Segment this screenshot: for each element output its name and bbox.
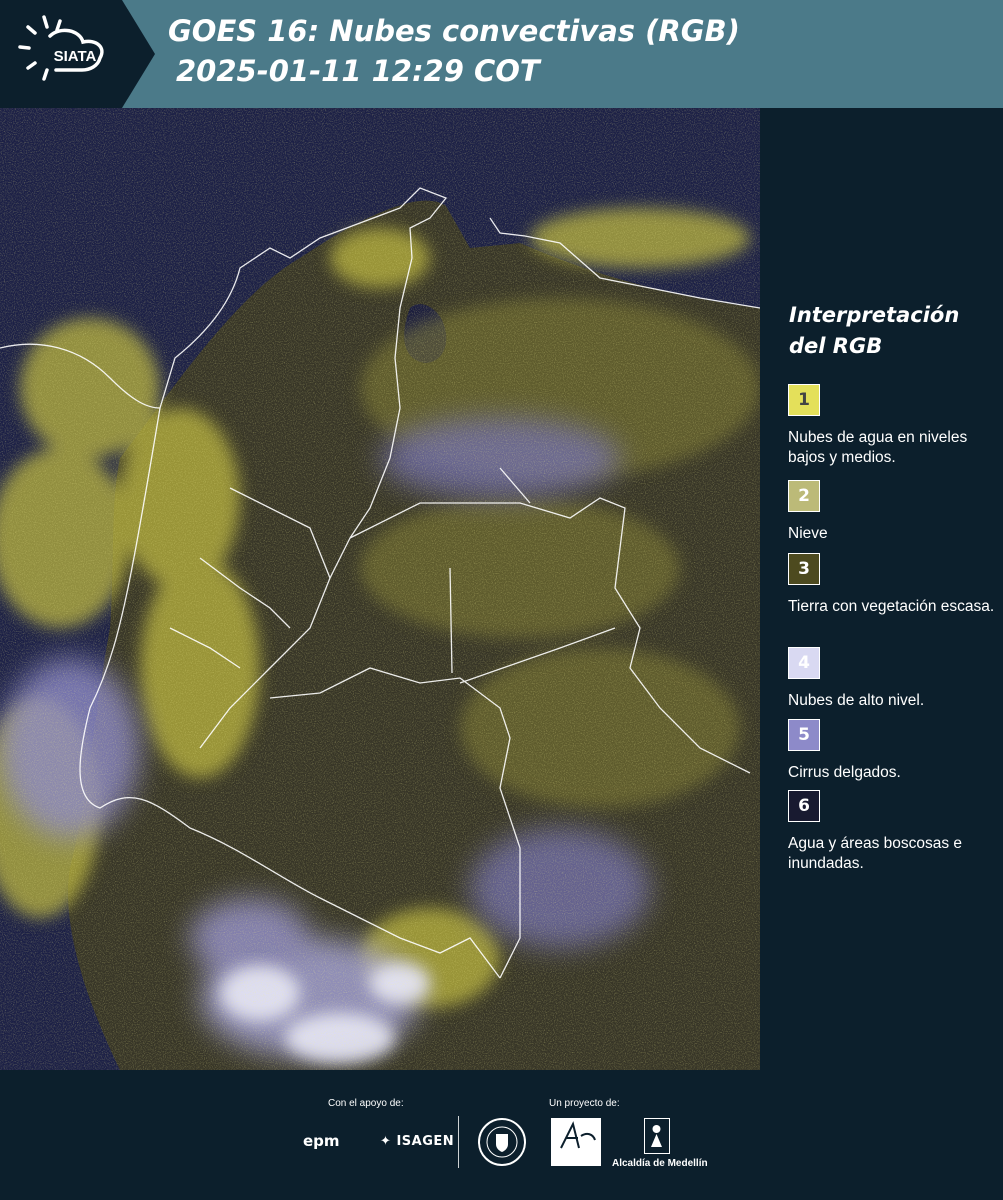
legend-label-5: Cirrus delgados. <box>788 764 901 781</box>
legend-swatch-3: 3 <box>788 553 820 585</box>
timestamp: 2025-01-11 12:29 COT <box>176 54 540 88</box>
legend-swatch-6: 6 <box>788 790 820 822</box>
alcaldia-logo-text: Alcaldía de Medellín <box>612 1158 708 1169</box>
siata-logo: SIATA <box>0 0 155 108</box>
support-label: Con el apoyo de: <box>328 1098 404 1109</box>
legend-item-4: 4 Nubes de alto nivel. <box>788 647 998 711</box>
legend-item-5: 5 Cirrus delgados. <box>788 719 998 783</box>
legend-item-3: 3 Tierra con vegetación escasa. <box>788 553 998 617</box>
legend-panel: Interpretación del RGB 1 Nubes de agua e… <box>760 108 1003 1070</box>
legend-label-4: Nubes de alto nivel. <box>788 692 925 709</box>
legend-item-6: 6 Agua y áreas boscosas e inundadas. <box>788 790 998 874</box>
page-title: GOES 16: Nubes convectivas (RGB) <box>168 14 740 48</box>
legend-swatch-1: 1 <box>788 384 820 416</box>
legend-label-1: Nubes de agua en niveles bajos y medios. <box>788 429 968 466</box>
legend-swatch-4: 4 <box>788 647 820 679</box>
siata-logo-text: SIATA <box>54 48 97 65</box>
satellite-map[interactable] <box>0 108 760 1070</box>
legend-label-3: Tierra con vegetación escasa. <box>788 598 995 615</box>
footer: Con el apoyo de: Un proyecto de: epm ✦ I… <box>0 1070 1003 1200</box>
legend-swatch-2: 2 <box>788 480 820 512</box>
area-metropolitana-text: METROPOLITANA Valle de Aburrá <box>552 1154 600 1167</box>
isagen-logo-text: ISAGEN <box>396 1134 455 1149</box>
medellin-seal-icon <box>478 1118 526 1166</box>
legend-label-6: Agua y áreas boscosas e inundadas. <box>788 835 963 872</box>
isagen-logo: ✦ ISAGEN <box>380 1134 454 1149</box>
legend-swatch-5: 5 <box>788 719 820 751</box>
legend-item-1: 1 Nubes de agua en niveles bajos y medio… <box>788 384 998 468</box>
legend-title: Interpretación del RGB <box>789 303 960 358</box>
isagen-star-icon: ✦ <box>380 1134 392 1149</box>
footer-divider <box>458 1116 459 1168</box>
header-bar: SIATA GOES 16: Nubes convectivas (RGB) 2… <box>0 0 1003 108</box>
project-label: Un proyecto de: <box>549 1098 620 1109</box>
epm-logo: epm <box>303 1132 340 1150</box>
legend-label-2: Nieve <box>788 525 828 542</box>
alcaldia-seal-icon <box>644 1118 670 1154</box>
legend-item-2: 2 Nieve <box>788 480 998 544</box>
